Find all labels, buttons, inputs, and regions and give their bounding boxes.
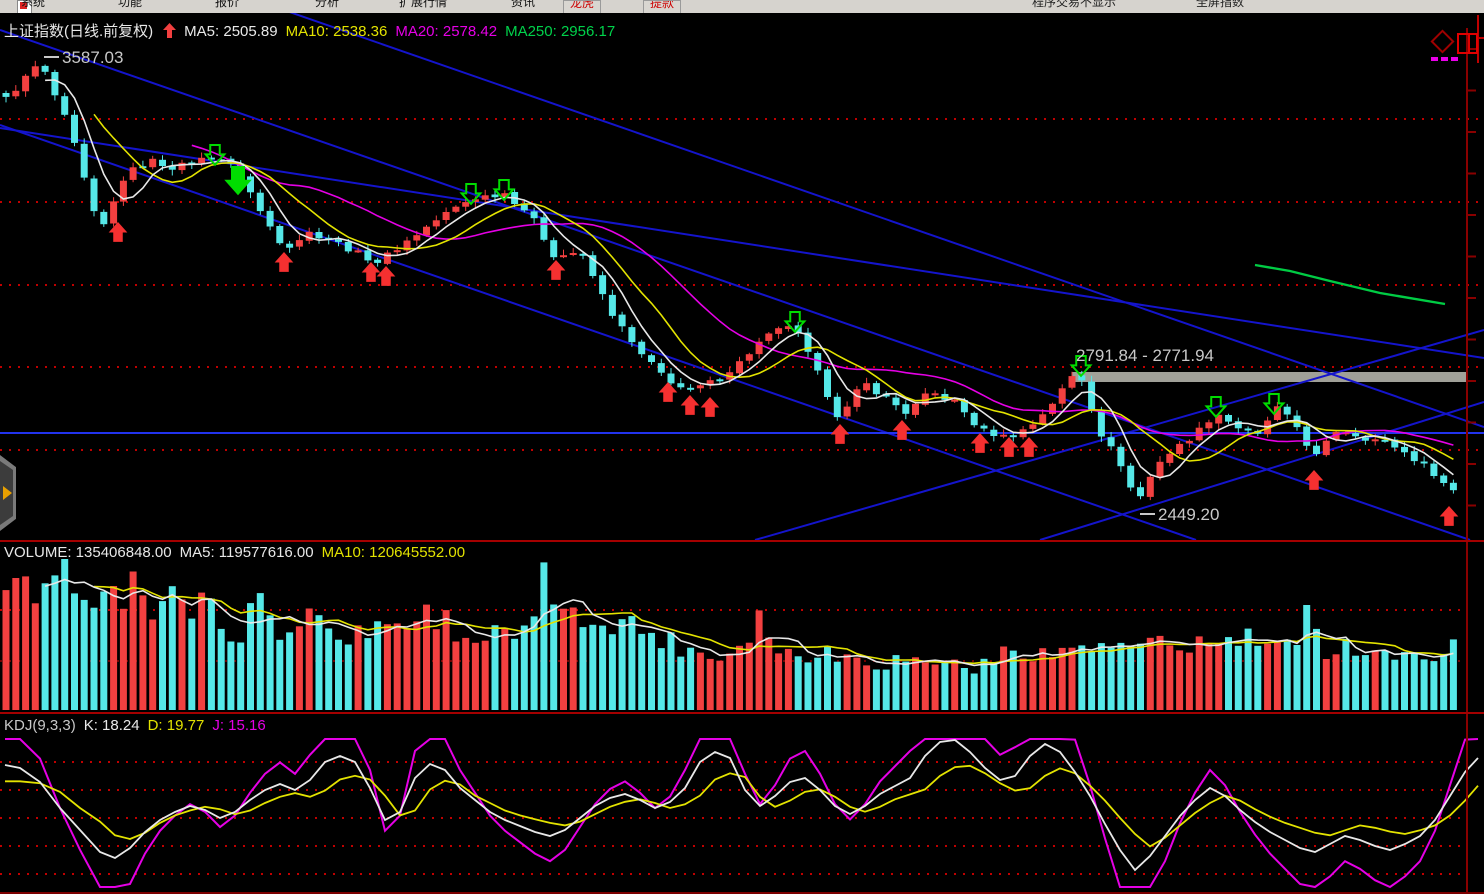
legend-ma5: MA5: 2505.89 xyxy=(184,23,278,40)
legend-ma250: MA250: 2956.17 xyxy=(505,23,616,40)
menu-note: 程序交易不显示 xyxy=(1032,0,1117,9)
svg-text:2449.20: 2449.20 xyxy=(1158,505,1219,524)
price-chart-header: 上证指数(日线.前复权) MA5: 2505.89 MA10: 2538.36 MA2… xyxy=(4,20,623,41)
menu-item[interactable]: 系统 xyxy=(21,0,45,13)
magenta-dash-icon xyxy=(1431,57,1438,61)
kdj-title: KDJ(9,3,3) xyxy=(4,717,76,734)
volume-ma5: MA5: 119577616.00 xyxy=(179,544,314,561)
expand-arrow-icon xyxy=(3,486,12,500)
candlestick-chart[interactable]: 3587.03 2449.20 2791.84 - 2771.94 xyxy=(0,13,1484,540)
menu-note: 全屏指数 xyxy=(1196,0,1245,9)
volume-chart[interactable] xyxy=(0,542,1484,712)
magenta-dash-icon xyxy=(1441,57,1448,61)
legend-ma20: MA20: 2578.42 xyxy=(395,23,498,40)
volume-ma10: MA10: 120645552.00 xyxy=(321,544,466,561)
kdj-d: D: 19.77 xyxy=(147,717,205,734)
svg-text:2791.84 - 2771.94: 2791.84 - 2771.94 xyxy=(1076,346,1214,365)
legend-ma10: MA10: 2538.36 xyxy=(285,23,388,40)
up-arrow-icon xyxy=(163,23,177,38)
menu-bar: 系统 功能 报价 分析 扩展行情 资讯 龙虎 提款 程序交易不显示 全屏指数 xyxy=(0,0,1484,14)
menu-item-hot[interactable]: 提款 xyxy=(643,0,682,13)
volume-header: VOLUME: 135406848.00 MA5: 119577616.00 MA1… xyxy=(4,544,473,561)
split-window-icon[interactable] xyxy=(1457,33,1478,54)
volume-value: VOLUME: 135406848.00 xyxy=(4,544,172,561)
menu-item[interactable]: 报价 xyxy=(215,0,239,13)
volume-pane: VOLUME: 135406848.00 MA5: 119577616.00 MA1… xyxy=(0,540,1484,712)
menu-item[interactable]: 功能 xyxy=(118,0,142,13)
left-panel-expand-handle[interactable] xyxy=(0,455,16,531)
menu-item[interactable]: 扩展行情 xyxy=(399,0,447,13)
menu-item-hot[interactable]: 龙虎 xyxy=(563,0,602,13)
kdj-pane: KDJ(9,3,3) K: 18.24 D: 19.77 J: 15.16 xyxy=(0,712,1484,894)
kdj-j: J: 15.16 xyxy=(212,717,266,734)
trading-app-window: 系统 功能 报价 分析 扩展行情 资讯 龙虎 提款 程序交易不显示 全屏指数 上证指数(日线.前复… xyxy=(0,0,1484,894)
kdj-header: KDJ(9,3,3) K: 18.24 D: 19.77 J: 15.16 xyxy=(4,717,274,734)
menu-item[interactable]: 分析 xyxy=(315,0,339,13)
magenta-dash-icon xyxy=(1451,57,1458,61)
price-chart-pane: 上证指数(日线.前复权) MA5: 2505.89 MA10: 2538.36 MA2… xyxy=(0,13,1484,540)
menu-item[interactable]: 资讯 xyxy=(511,0,535,13)
chart-title: 上证指数(日线.前复权) xyxy=(4,23,154,40)
kdj-k: K: 18.24 xyxy=(83,717,140,734)
svg-text:3587.03: 3587.03 xyxy=(62,48,123,67)
kdj-chart[interactable] xyxy=(0,714,1484,892)
